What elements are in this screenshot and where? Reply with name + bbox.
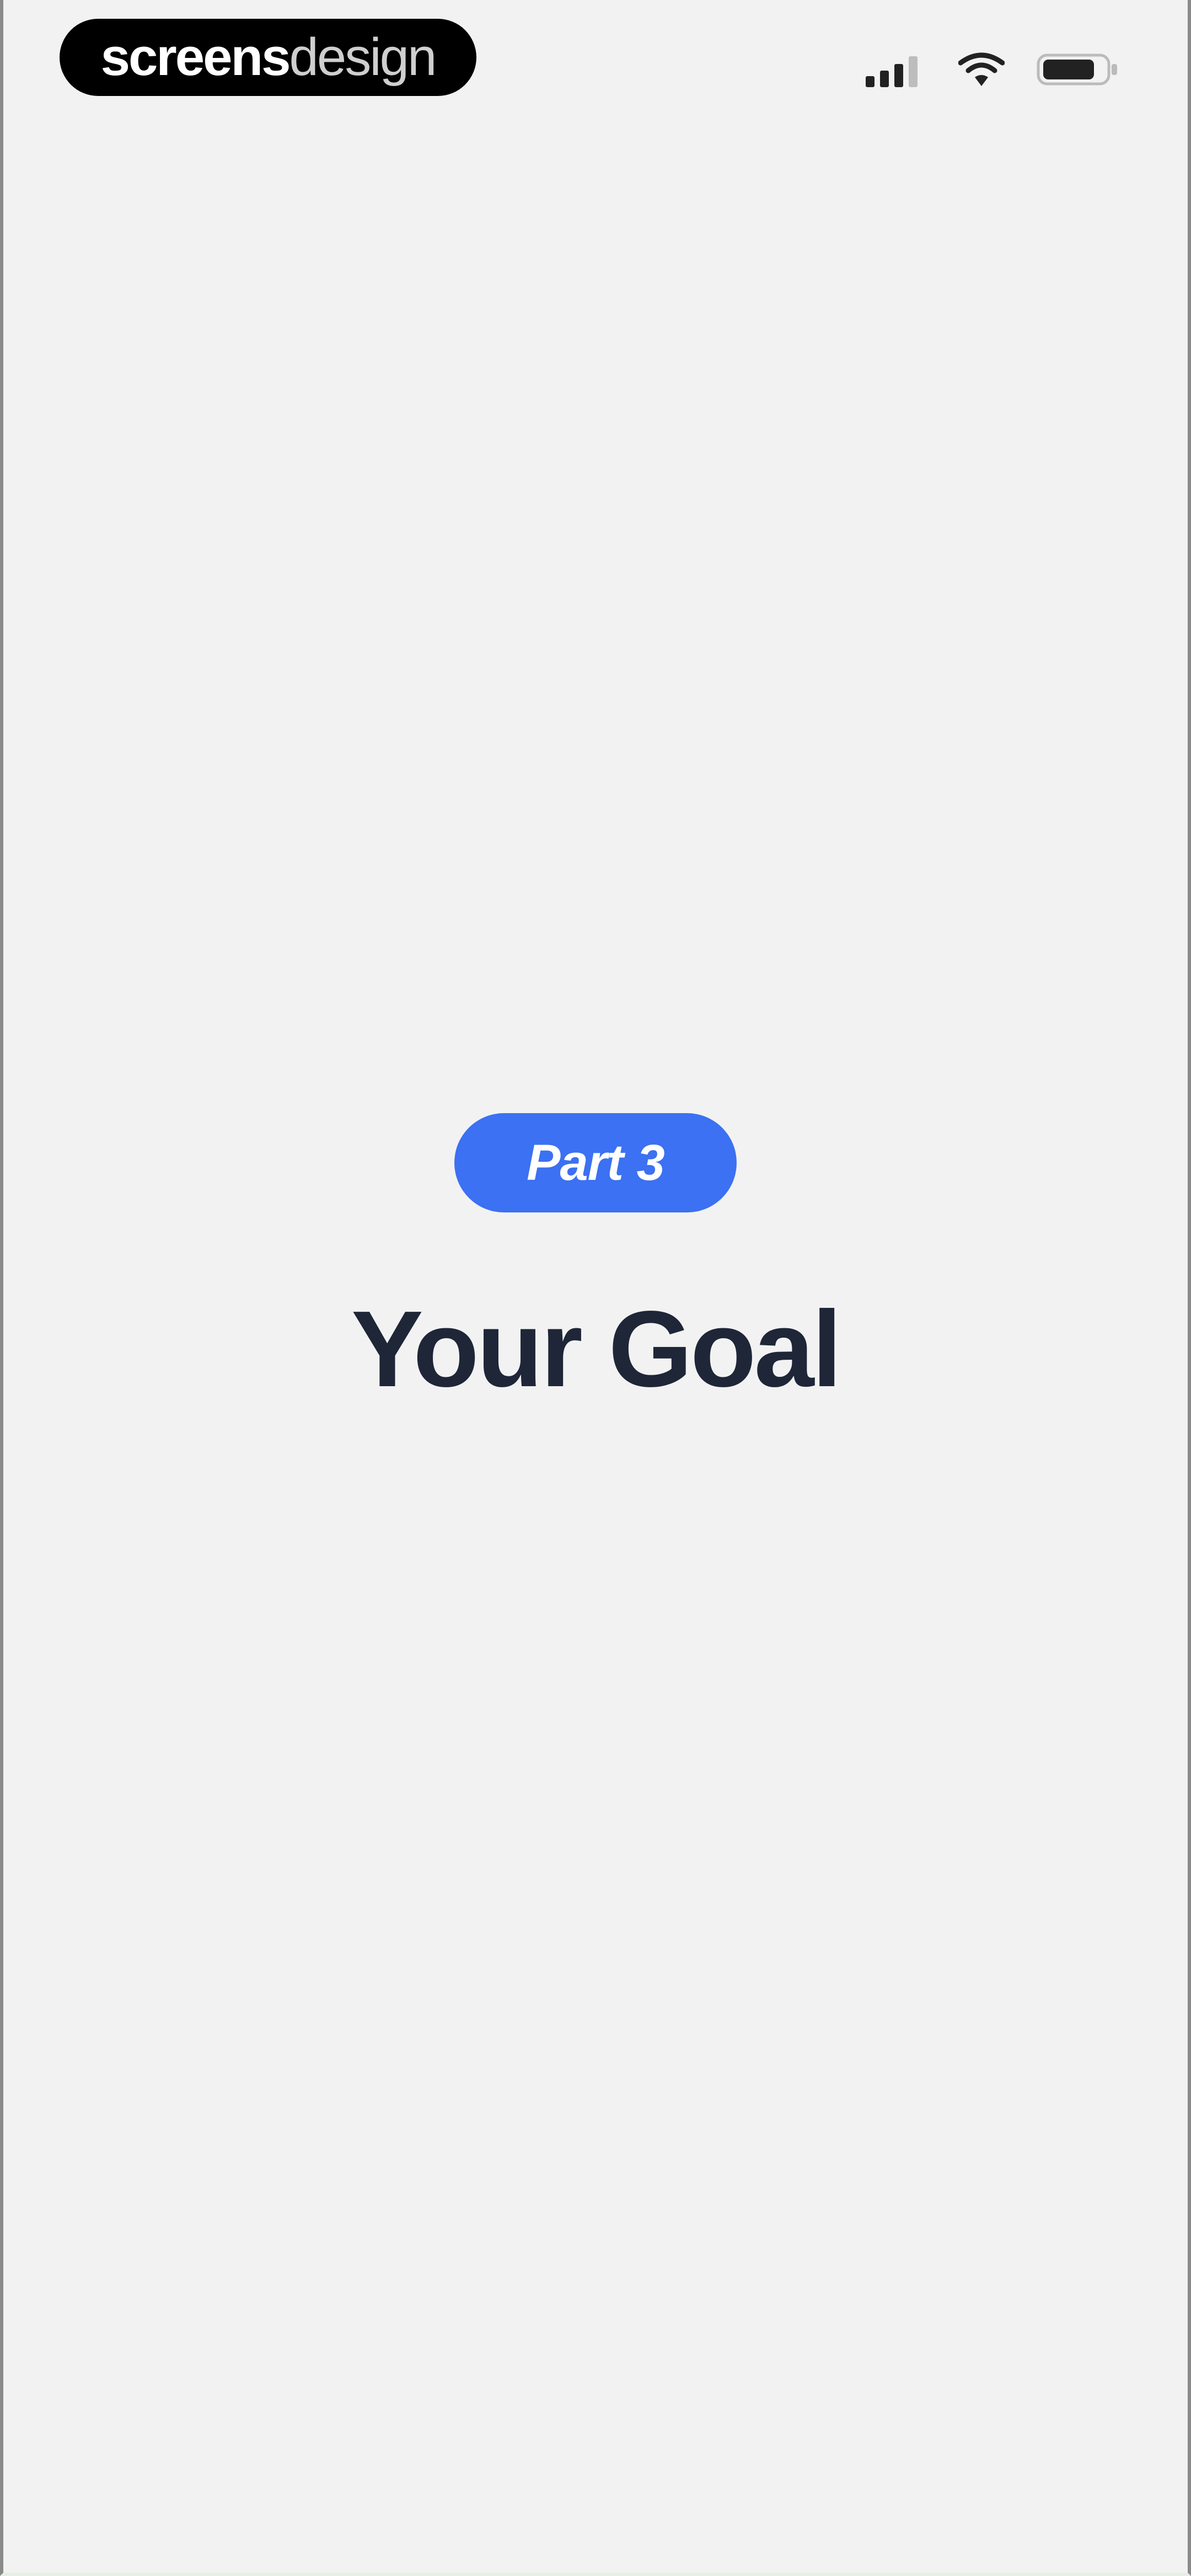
brand-text-light: design: [289, 28, 437, 87]
wifi-icon: [958, 52, 1005, 86]
brand-text: screensdesign: [100, 28, 437, 87]
battery-icon: [1037, 54, 1117, 85]
brand-watermark: screensdesign: [60, 19, 476, 96]
page-title: Your Goal: [351, 1289, 842, 1409]
intro-section: Part 3 Your Goal: [0, 1113, 1191, 1403]
part-badge: Part 3: [454, 1113, 737, 1212]
brand-text-bold: screens: [100, 28, 291, 87]
status-bar: screensdesign: [0, 0, 1191, 121]
cellular-signal-icon: [866, 56, 918, 87]
status-icons: [866, 47, 1119, 92]
